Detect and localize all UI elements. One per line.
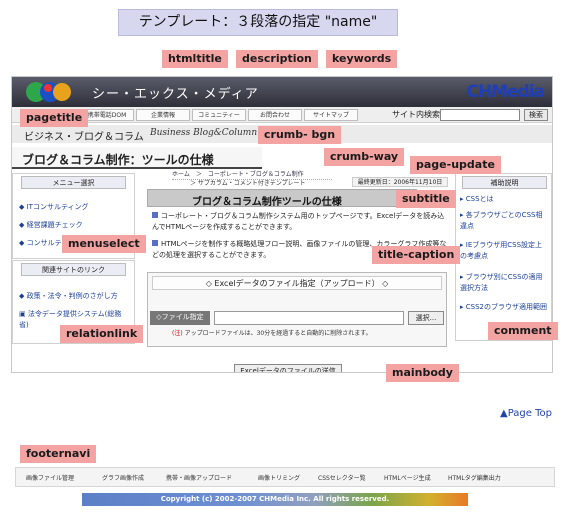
footer-link[interactable]: CSSセレクター覧: [318, 473, 366, 482]
footer-link[interactable]: HTMLタグ編集出力: [448, 473, 501, 482]
page-top-label: Page Top: [507, 408, 552, 419]
template-title-banner: テンプレート：３段落の指定 "name": [118, 9, 398, 36]
menu-item-label: 経営課題チェック: [26, 221, 83, 229]
file-select-label: ◇ファイル指定: [150, 311, 210, 325]
menu-item-label: ITコンサルティング: [26, 203, 89, 211]
note-text: アップロードファイルは、30分を経過すると自動的に削除されます。: [184, 330, 372, 337]
subtitle-bar: ブログ＆コラム制作ツールの仕様: [147, 189, 417, 208]
square-bullet-icon: [152, 212, 158, 218]
square-bullet-icon: [152, 240, 158, 246]
menu-item-consulting[interactable]: ◆ コンサルテ: [19, 238, 62, 248]
comment-link-label: IEブラウザ用CSS設定上の考慮点: [460, 241, 543, 260]
tag-htmltitle: htmltitle: [162, 50, 228, 68]
page-top-link[interactable]: ▲Page Top: [500, 408, 552, 419]
upload-panel: ◇ Excelデータのファイル指定（アップロード） ◇ ◇ファイル指定 選択..…: [147, 272, 447, 347]
brand-logo[interactable]: CHMedia: [466, 82, 545, 102]
comment-link-label: ブラウザ別にCSSの適用選択方法: [460, 273, 543, 292]
page-title: ビジネス・ブログ＆コラム: [24, 132, 144, 143]
global-nav: 携帯電話DOM 企業情報 コミュニティー お問合わせ サイトマップ サイト内検索…: [12, 107, 552, 123]
comment-link-select[interactable]: ▸ ブラウザ別にCSSの適用選択方法: [460, 272, 548, 294]
comment-link-ie[interactable]: ▸ IEブラウザ用CSS設定上の考慮点: [460, 240, 548, 262]
title-caption-1: コーポレート・ブログ＆コラム制作システム用のトップページです。Excelデータを…: [152, 211, 448, 233]
footer-nav: 画像ファイル管理 グラフ画像作成 携帯・画像アップロード 画像トリミング CSS…: [15, 467, 555, 487]
footer-link[interactable]: グラフ画像作成: [102, 473, 144, 482]
caption-text: コーポレート・ブログ＆コラム制作システム用のトップページです。Excelデータを…: [152, 212, 445, 231]
note-mark: (注): [172, 330, 183, 337]
tag-crumb-bgn: crumb- bgn: [258, 126, 342, 144]
copyright-bar: Copyright (c) 2002-2007 CHMedia Inc. All…: [82, 493, 468, 506]
comment-link-browser-diff[interactable]: ▸ 各ブラウザごとのCSS相違点: [460, 210, 548, 232]
menu-item-it-consulting[interactable]: ◆ ITコンサルティング: [19, 202, 89, 212]
tag-pagetitle: pagetitle: [20, 109, 89, 127]
comment-link-css2[interactable]: ▸ CSS2のブラウザ適用範囲: [460, 302, 548, 313]
tag-crumb-way: crumb-way: [324, 148, 405, 166]
comment-heading: 補助説明: [462, 176, 547, 189]
comment-link-label: 各ブラウザごとのCSS相違点: [460, 211, 543, 230]
search-input[interactable]: [440, 109, 520, 121]
relation-link-policy[interactable]: ◆ 政策・法令・判例のさがし方: [19, 291, 118, 301]
subtitle-text: ブログ＆コラム制作ツールの仕様: [192, 197, 342, 208]
site-header: シー・エックス・メディア CHMedia: [12, 77, 552, 107]
tag-footernavi: footernavi: [20, 445, 97, 463]
crumb-bgn-bar: ブログ＆コラム制作：ツールの仕様: [12, 147, 262, 169]
footer-link[interactable]: 携帯・画像アップロード: [166, 473, 232, 482]
menu-item-management-check[interactable]: ◆ 経営課題チェック: [19, 220, 83, 230]
menu-item-label: コンサルテ: [26, 239, 62, 247]
relation-link-label: 政策・法令・判例のさがし方: [26, 292, 118, 300]
tag-subtitle: subtitle: [396, 190, 456, 208]
relation-heading: 関連サイトのリンク: [21, 263, 126, 276]
tag-relationlink: relationlink: [60, 325, 144, 343]
tag-page-update: page-update: [410, 156, 501, 174]
send-file-button[interactable]: Excelデータのファイルの送信: [234, 364, 342, 372]
tag-menuselect: menuselect: [62, 235, 146, 253]
file-path-input[interactable]: [214, 311, 404, 325]
menu-heading: メニュー選択: [21, 176, 126, 189]
search-label: サイト内検索: [392, 110, 440, 119]
tag-comment: comment: [488, 322, 558, 340]
upload-heading: ◇ Excelデータのファイル指定（アップロード） ◇: [152, 276, 442, 290]
footer-link[interactable]: 画像ファイル管理: [26, 473, 74, 482]
footer-link[interactable]: HTMLページ生成: [384, 473, 431, 482]
browse-button[interactable]: 選択...: [408, 311, 444, 325]
comment-link-css[interactable]: ▸ CSSとは: [460, 194, 548, 205]
nav-contact[interactable]: お問合わせ: [248, 109, 302, 121]
tag-mainbody: mainbody: [386, 364, 459, 382]
search-button[interactable]: 検索: [524, 109, 548, 121]
breadcrumb-current: ＞ サブカラム・コメント付きテンプレート: [190, 180, 306, 187]
crumb-bgn-title: ブログ＆コラム制作：ツールの仕様: [22, 153, 214, 167]
tag-title-caption: title-caption: [372, 246, 461, 264]
tag-keywords: keywords: [326, 50, 398, 68]
footer-link[interactable]: 画像トリミング: [258, 473, 300, 482]
cx-logo-icon[interactable]: [24, 80, 74, 104]
nav-community[interactable]: コミュニティー: [192, 109, 246, 121]
site-name: シー・エックス・メディア: [92, 87, 259, 102]
nav-sitemap[interactable]: サイトマップ: [304, 109, 358, 121]
last-updated: 最終更新日：2006年11月10日: [352, 177, 448, 187]
tag-description: description: [236, 50, 318, 68]
comment-link-label: CSSとは: [465, 195, 494, 203]
nav-company[interactable]: 企業情報: [136, 109, 190, 121]
upload-note: (注) アップロードファイルは、30分を経過すると自動的に削除されます。: [172, 328, 372, 337]
comment-link-label: CSS2のブラウザ適用範囲: [465, 303, 547, 311]
comment-panel: 補助説明 ▸ CSSとは ▸ 各ブラウザごとのCSS相違点 ▸ IEブラウザ用C…: [455, 173, 552, 341]
page-title-english: Business Blog&Column: [150, 128, 258, 138]
